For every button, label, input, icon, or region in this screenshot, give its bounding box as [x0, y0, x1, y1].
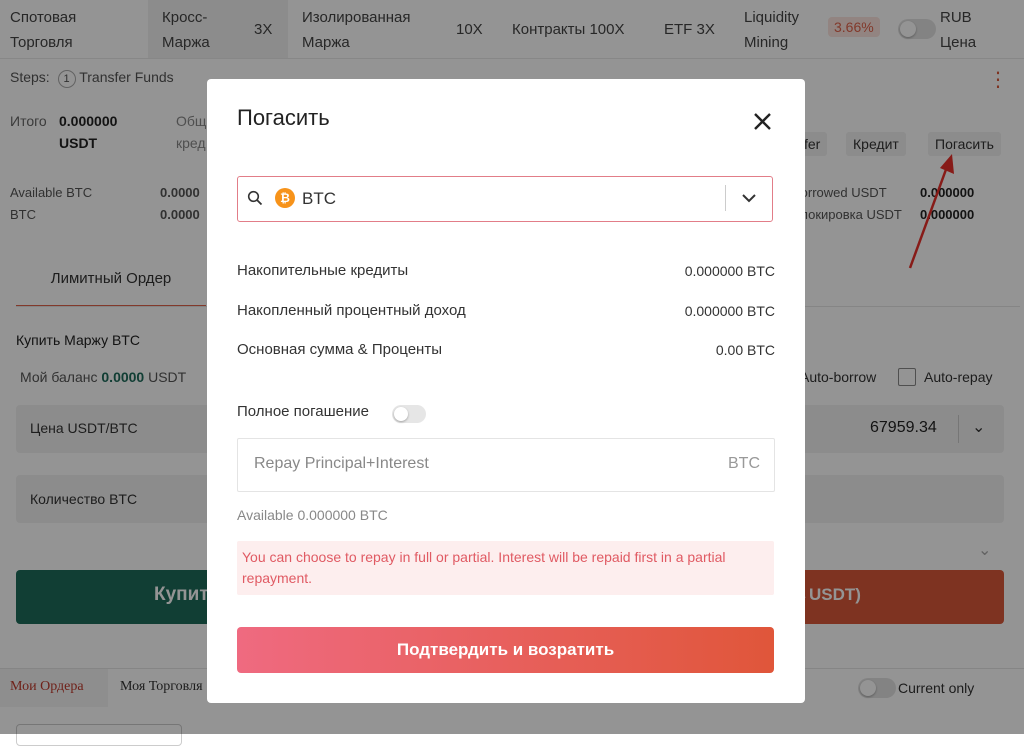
full-repay-toggle[interactable]: [392, 405, 426, 423]
search-icon: [247, 190, 263, 206]
repay-amount-unit: BTC: [728, 455, 760, 472]
confirm-repay-button[interactable]: Подтвердить и возратить: [237, 627, 774, 673]
available-balance: Available 0.000000 BTC: [237, 507, 388, 523]
repay-amount-input[interactable]: Repay Principal+Interest BTC: [237, 438, 775, 492]
selected-coin: BTC: [302, 189, 336, 208]
repay-amount-placeholder: Repay Principal+Interest: [254, 455, 429, 472]
principal-interest-label: Основная сумма & Проценты: [237, 341, 442, 358]
btc-coin-icon: ₿: [275, 188, 295, 208]
accrued-interest-label: Накопленный процентный доход: [237, 302, 466, 319]
full-repay-label: Полное погашение: [237, 403, 370, 420]
coin-select[interactable]: ₿ BTC: [237, 176, 773, 222]
accrued-credit-value: 0.000000 BTC: [684, 263, 775, 279]
divider: [725, 185, 726, 211]
modal-title: Погасить: [237, 105, 330, 130]
principal-interest-value: 0.00 BTC: [715, 342, 775, 358]
accrued-credit-label: Накопительные кредиты: [237, 262, 409, 279]
accrued-interest-value: 0.000000 BTC: [684, 303, 775, 319]
chevron-down-icon[interactable]: [741, 193, 757, 205]
confirm-repay-label: Подтвердить и возратить: [396, 640, 615, 659]
repay-notice: You can choose to repay in full or parti…: [237, 541, 774, 595]
close-icon[interactable]: [747, 106, 777, 136]
repay-modal: Погасить ₿ BTC Накопительные кредиты 0.0…: [207, 79, 805, 703]
repay-notice-text: You can choose to repay in full or parti…: [242, 549, 726, 586]
